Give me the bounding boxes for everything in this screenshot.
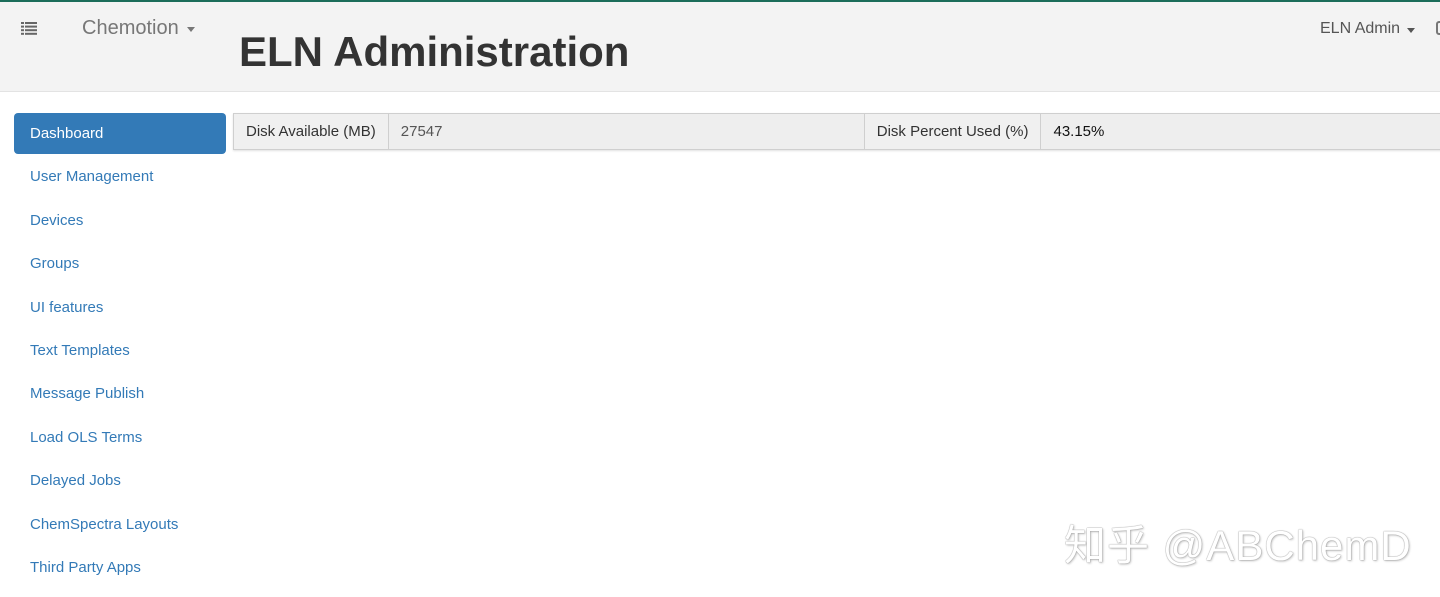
navbar: Chemotion ELN Administration ELN Admin [0, 2, 1440, 92]
user-dropdown[interactable]: ELN Admin [1320, 20, 1416, 38]
watermark-text: 知乎 @ABChemD [1064, 522, 1412, 569]
page-title: ELN Administration [239, 28, 630, 75]
sidebar-item-ui-features[interactable]: UI features [14, 287, 226, 328]
brand-label: Chemotion [82, 17, 179, 39]
logout-icon[interactable] [1436, 21, 1440, 35]
sidebar-item-dashboard[interactable]: Dashboard [14, 113, 226, 154]
sidebar-item-third-party-apps[interactable]: Third Party Apps [14, 547, 226, 588]
sidebar-item-delayed-jobs[interactable]: Delayed Jobs [14, 460, 226, 501]
disk-percent-value: 43.15% [1041, 114, 1440, 149]
sidebar-item-load-ols-terms[interactable]: Load OLS Terms [14, 417, 226, 458]
sidebar-item-devices[interactable]: Devices [14, 200, 226, 241]
list-icon[interactable] [21, 22, 37, 35]
sidebar-item-chemspectra-layouts[interactable]: ChemSpectra Layouts [14, 504, 226, 545]
sidebar-item-text-templates[interactable]: Text Templates [14, 330, 226, 371]
sidebar-item-groups[interactable]: Groups [14, 243, 226, 284]
caret-down-icon [186, 27, 195, 32]
disk-stats-bar: Disk Available (MB) 27547 Disk Percent U… [233, 113, 1440, 150]
sidebar-item-message-publish[interactable]: Message Publish [14, 373, 226, 414]
sidebar-nav: Dashboard User Management Devices Groups… [14, 113, 226, 590]
disk-percent-label: Disk Percent Used (%) [864, 114, 1042, 149]
sidebar-item-user-management[interactable]: User Management [14, 156, 226, 197]
user-name: ELN Admin [1320, 20, 1401, 37]
caret-down-icon [1407, 27, 1416, 33]
brand-dropdown[interactable]: Chemotion [82, 17, 195, 40]
disk-available-label: Disk Available (MB) [234, 114, 389, 149]
disk-available-value: 27547 [388, 114, 865, 149]
